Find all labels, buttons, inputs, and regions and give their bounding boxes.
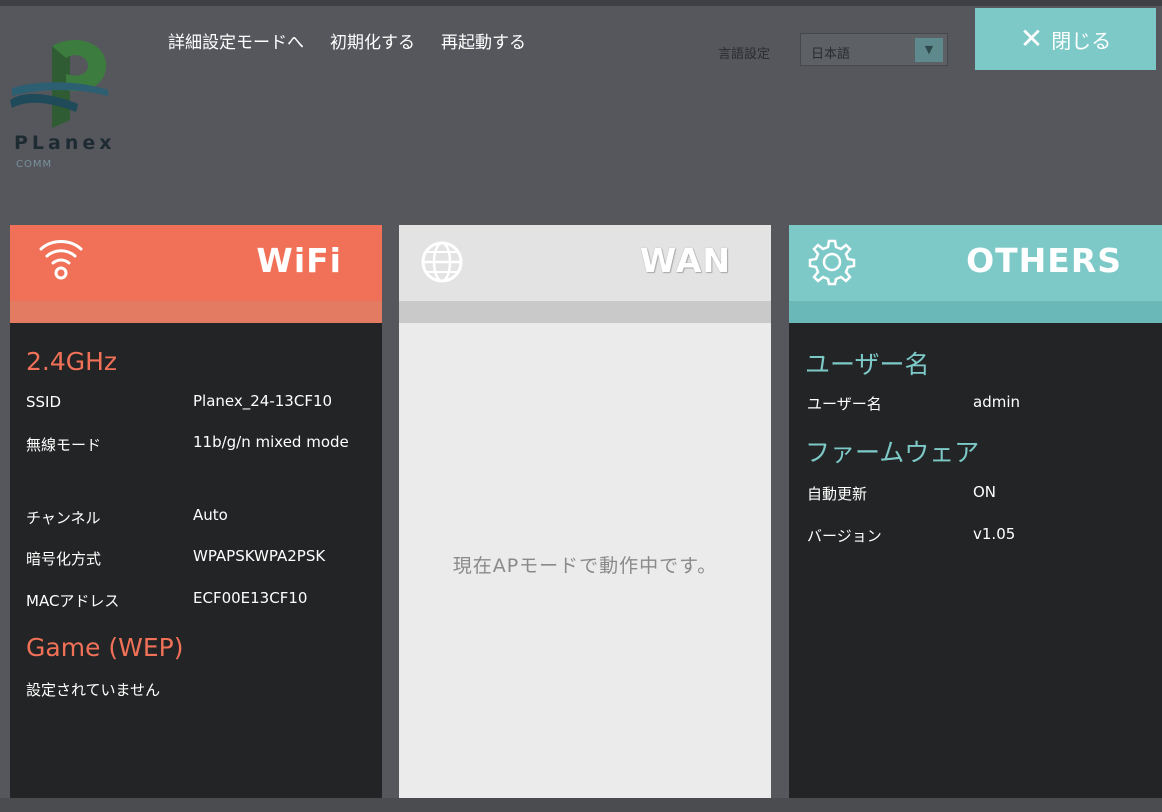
top-nav: 詳細設定モードへ 初期化する 再起動する [168,28,552,53]
others-panel-body: ユーザー名 ユーザー名 admin ファームウェア 自動更新 ON バージョン … [789,323,1162,812]
encryption-label: 暗号化方式 [26,550,102,568]
wifi-panel-body: 2.4GHz SSID Planex_24-13CF10 無線モード 11b/g… [10,323,382,812]
close-label: 閉じる [1051,28,1112,53]
header-top-line [0,0,1162,6]
others-panel-title: OTHERS [966,241,1122,280]
close-button[interactable]: ✕ 閉じる [975,8,1156,70]
others-panel: OTHERS ユーザー名 ユーザー名 admin ファームウェア 自動更新 ON… [789,225,1162,812]
others-panel-header[interactable]: OTHERS [789,225,1162,301]
header: PLanex COMM 詳細設定モードへ 初期化する 再起動する 言語設定 日本語 … [0,0,1162,225]
section-title-24ghz: 2.4GHz [26,347,118,376]
wan-ap-mode-message: 現在APモードで動作中です。 [452,555,718,577]
version-label: バージョン [807,527,882,545]
planex-logo [8,30,148,180]
advanced-mode-link[interactable]: 詳細設定モードへ [168,33,304,53]
language-select[interactable]: 日本語 ▼ [800,33,948,66]
language-label: 言語設定 [718,47,771,62]
username-label: ユーザー名 [807,395,882,413]
globe-icon [421,241,463,283]
section-title-firmware: ファームウェア [805,438,980,467]
wan-panel-body: 現在APモードで動作中です。 [399,323,771,812]
logo-text: PLanex [14,132,116,154]
reboot-link[interactable]: 再起動する [441,33,526,53]
bottom-bar [0,798,1162,812]
encryption-value: WPAPSKWPA2PSK [193,547,326,565]
section-title-username: ユーザー名 [805,350,930,379]
game-wep-status: 設定されていません [26,681,161,699]
others-panel-strip [789,301,1162,323]
mac-address-value: ECF00E13CF10 [193,589,308,607]
mac-address-label: MACアドレス [26,592,120,610]
wan-panel: WAN 現在APモードで動作中です。 [399,225,771,812]
wifi-panel-strip [10,301,382,323]
wireless-mode-label: 無線モード [26,436,102,454]
close-icon: ✕ [1019,22,1044,55]
wifi-panel-header[interactable]: WiFi [10,225,382,301]
wan-panel-title: WAN [639,241,731,280]
logo-subtext: COMM [16,159,53,170]
channel-value: Auto [193,506,228,524]
channel-label: チャンネル [26,509,101,527]
gear-icon [808,239,856,286]
chevron-down-icon[interactable]: ▼ [915,38,943,62]
section-title-game-wep: Game (WEP) [26,633,184,662]
auto-update-value: ON [973,483,997,501]
wifi-icon [39,240,83,280]
reset-link[interactable]: 初期化する [330,33,415,53]
wifi-panel: WiFi 2.4GHz SSID Planex_24-13CF10 無線モード … [10,225,382,812]
wan-panel-header[interactable]: WAN [399,225,771,301]
ssid-label: SSID [26,393,62,411]
wan-panel-strip [399,301,771,323]
wireless-mode-value: 11b/g/n mixed mode [193,433,349,451]
ssid-value: Planex_24-13CF10 [193,392,333,410]
version-value: v1.05 [973,525,1016,543]
language-value: 日本語 [811,47,851,62]
auto-update-label: 自動更新 [807,485,868,503]
username-value: admin [973,393,1020,411]
wifi-panel-title: WiFi [256,241,342,280]
